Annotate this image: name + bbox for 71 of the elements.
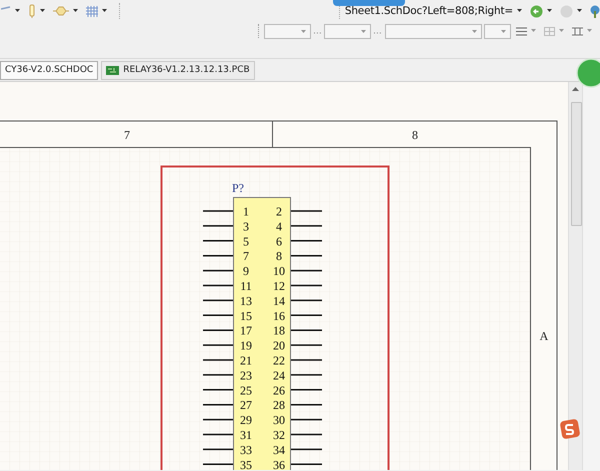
dropdown-field[interactable] [484,24,511,38]
pin-number: 7 [243,249,249,264]
pin-number: 30 [273,413,285,428]
caret-icon[interactable] [40,9,45,13]
align-icon[interactable] [516,26,527,36]
toolbar-grip[interactable] [258,24,261,38]
caret-icon[interactable] [517,9,522,13]
pin-number: 14 [273,294,285,308]
designator-label: P? [232,181,244,195]
pin-number: 22 [273,354,285,368]
pin-number: 8 [276,249,282,264]
pin-number: 26 [273,383,285,398]
pin-number: 3 [243,219,249,234]
pin-number: 15 [240,308,252,323]
up-arrow-icon[interactable] [572,87,579,91]
caret-icon[interactable] [15,9,20,13]
tree-icon[interactable] [590,4,600,18]
caret-icon[interactable] [547,9,552,13]
pin-number: 19 [240,338,252,353]
pin-number: 16 [273,308,285,323]
pin-number: 23 [240,368,252,382]
pin-number: 18 [273,324,285,338]
circuit-board-icon [106,66,120,74]
pin-number: 27 [240,398,252,412]
pin-number: 33 [240,442,252,457]
pin-number: 12 [273,279,285,293]
pin-number: 10 [273,264,285,278]
caret-icon [300,30,306,34]
pin-number: 31 [240,428,252,442]
back-icon[interactable] [530,4,543,18]
dropdown-field[interactable] [264,24,311,38]
scrollbar-thumb[interactable] [571,102,582,226]
selection-frame[interactable] [160,166,390,470]
caret-icon[interactable] [73,9,78,13]
component-body[interactable] [233,197,291,470]
pin-number: 1 [243,204,249,218]
floating-widget-icon[interactable] [576,58,600,88]
pin-number: 28 [273,398,285,412]
zone-label: 7 [124,128,130,142]
pin-number: 21 [240,354,252,368]
zone-label: A [540,329,548,343]
pin-number: 36 [273,458,285,470]
distribute-icon[interactable] [572,26,583,36]
pin-number: 20 [273,338,285,353]
scrollbar[interactable] [568,82,582,470]
caret-icon[interactable] [102,9,107,13]
caret-icon [472,30,477,34]
dropdown-field[interactable] [384,24,482,38]
document-tab[interactable]: RELAY36-V1.2.13.12.13.PCB [101,60,255,80]
input-method-icon[interactable] [560,419,580,439]
pin-number: 32 [273,428,285,442]
pin-number: 4 [276,219,282,234]
pin-number: 6 [276,234,282,248]
pin-number: 2 [276,204,282,218]
address-field[interactable]: Sheet1.SchDoc?Left=808;Right= [344,5,513,17]
pin-number: 24 [273,368,285,382]
pin-number: 11 [240,279,252,293]
pin-number: 5 [243,234,249,248]
pin-number: 34 [273,442,285,457]
pin-number: 9 [243,264,249,278]
pin-number: 13 [240,294,252,308]
caret-icon [501,30,506,34]
pin-number: 25 [240,383,252,398]
pin-number: 35 [240,458,252,470]
pin-number: 17 [240,324,252,338]
document-tab[interactable]: CY36-V2.0.SCHDOC [0,60,98,80]
caret-icon [360,30,366,34]
pin-number: 29 [240,413,252,428]
dropdown-field[interactable] [324,24,371,38]
zone-label: 8 [412,128,418,142]
caret-icon[interactable] [577,9,582,13]
